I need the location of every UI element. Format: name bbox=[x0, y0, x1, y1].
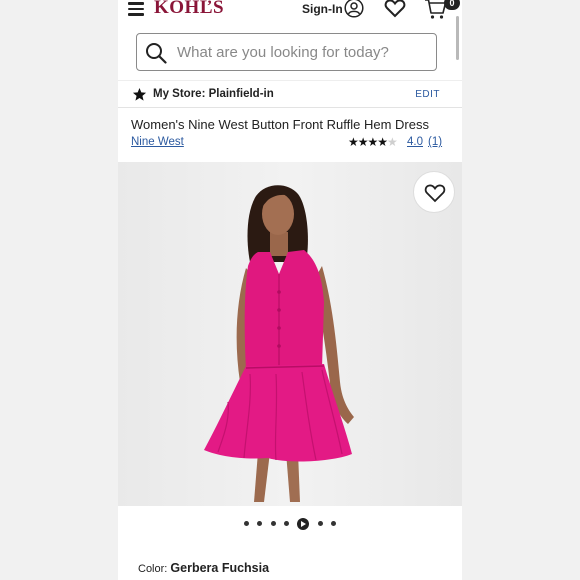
product-title: Women's Nine West Button Front Ruffle He… bbox=[131, 117, 429, 132]
cart-count-badge: 0 bbox=[444, 0, 460, 10]
review-count-link[interactable]: (1) bbox=[428, 136, 442, 148]
product-image[interactable] bbox=[118, 162, 462, 506]
brand-link[interactable]: Nine West bbox=[131, 136, 184, 148]
carousel-dot[interactable] bbox=[270, 521, 276, 527]
sign-in-link[interactable]: Sign-In bbox=[302, 2, 343, 16]
carousel-dot[interactable] bbox=[331, 521, 337, 527]
favorite-button[interactable] bbox=[413, 171, 455, 213]
menu-icon[interactable] bbox=[128, 2, 144, 16]
carousel-dot[interactable] bbox=[284, 521, 289, 527]
color-value: Gerbera Fuchsia bbox=[170, 561, 270, 575]
rating-value[interactable]: 4.0 bbox=[407, 136, 423, 148]
heart-icon bbox=[424, 184, 446, 203]
search-icon bbox=[146, 43, 167, 64]
carousel-dot[interactable] bbox=[317, 521, 323, 527]
my-store-label: My Store: Plainfield-in bbox=[153, 88, 274, 100]
right-backdrop bbox=[462, 0, 580, 580]
color-selection: Color: Gerbera Fuchsia bbox=[138, 561, 269, 575]
carousel-dots bbox=[118, 515, 462, 530]
rating-stars-icon: ★★★★★ bbox=[348, 135, 398, 149]
search-box[interactable] bbox=[136, 33, 437, 71]
color-label: Color: bbox=[138, 563, 168, 575]
left-backdrop bbox=[0, 0, 118, 580]
wishlist-heart-icon[interactable] bbox=[384, 0, 406, 18]
top-header: KOHĽS Sign-In 0 bbox=[118, 0, 462, 22]
my-store-bar: My Store: Plainfield-in EDIT bbox=[118, 80, 462, 108]
user-icon[interactable] bbox=[344, 0, 364, 18]
carousel-play-icon[interactable] bbox=[297, 517, 310, 530]
page-scrollbar[interactable] bbox=[456, 16, 459, 60]
product-page: KOHĽS Sign-In 0 My Store: Plainfield-in … bbox=[118, 0, 462, 580]
carousel-dot[interactable] bbox=[243, 521, 249, 527]
carousel-dot[interactable] bbox=[257, 521, 263, 527]
star-icon bbox=[132, 87, 147, 101]
model-photo bbox=[118, 162, 462, 506]
edit-store-link[interactable]: EDIT bbox=[415, 89, 440, 100]
kohls-logo[interactable]: KOHĽS bbox=[154, 0, 224, 19]
search-input[interactable] bbox=[177, 42, 427, 62]
